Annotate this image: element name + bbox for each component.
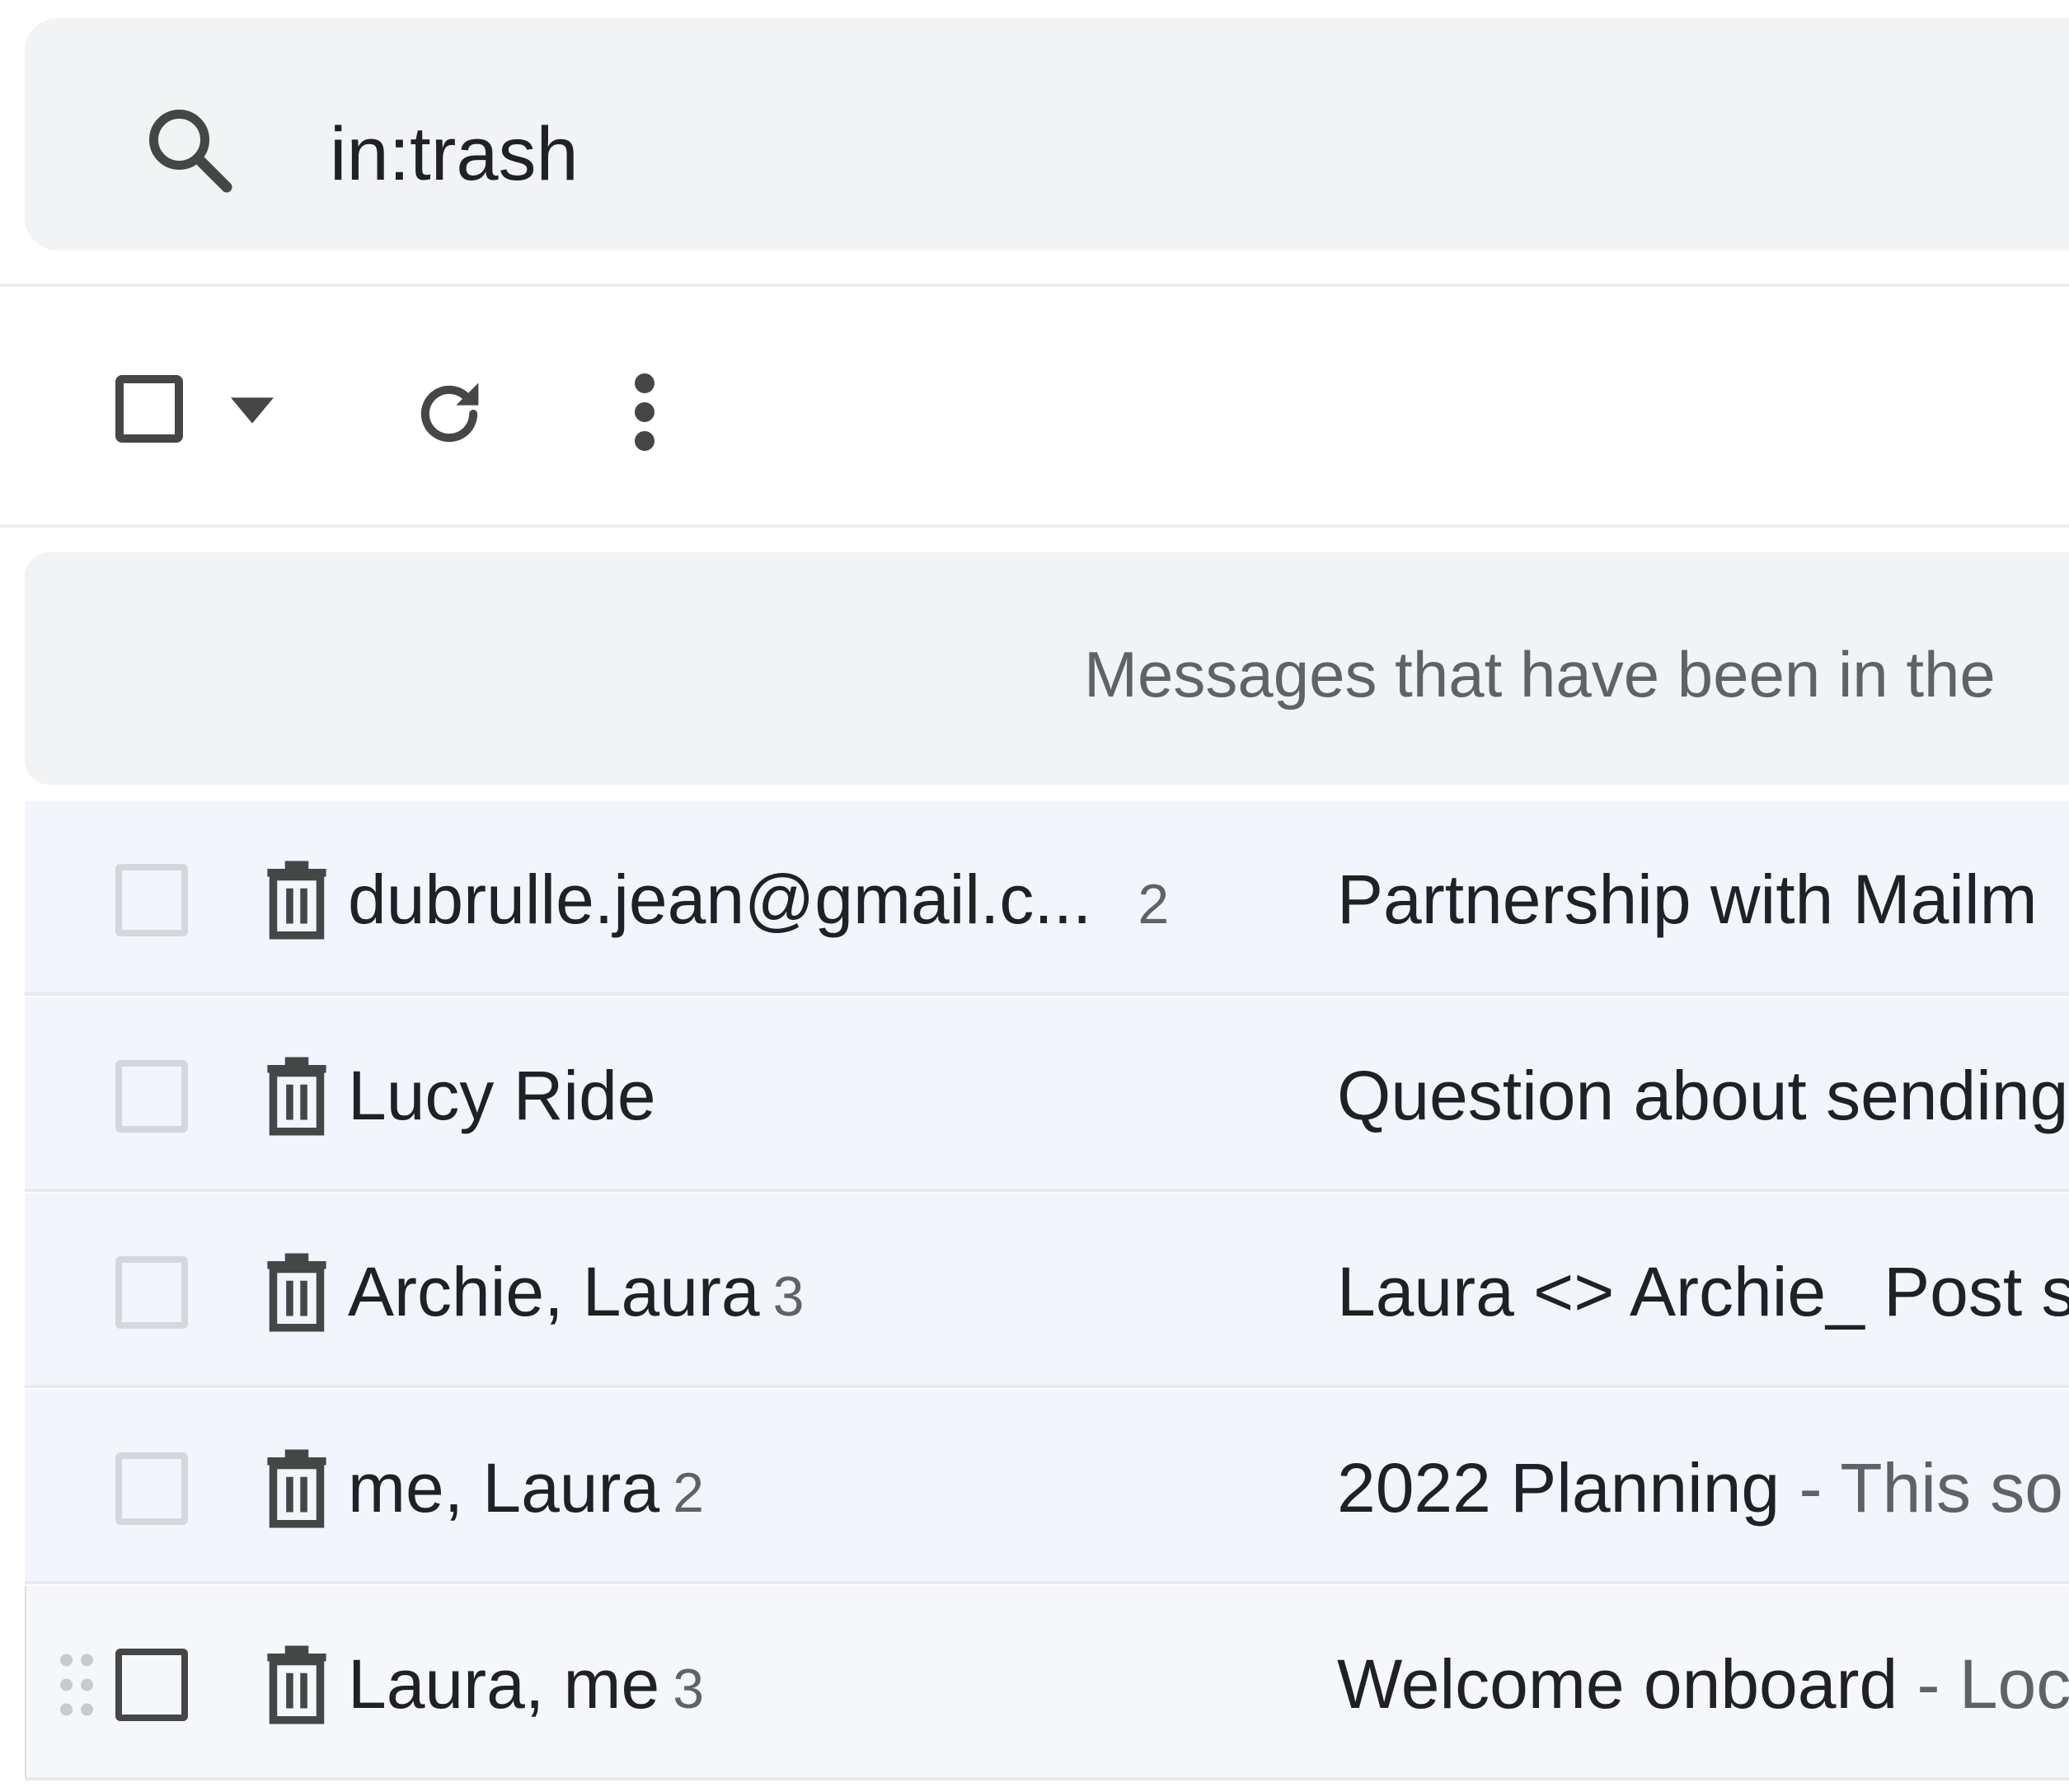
search-bar[interactable]: in:trash xyxy=(25,18,2069,251)
sender-name: Archie, Laura xyxy=(348,1253,760,1330)
divider xyxy=(0,524,2069,528)
subject-line: Welcome onboard - Loc xyxy=(1337,1639,2069,1729)
more-vertical-icon[interactable] xyxy=(620,371,669,453)
trash-icon xyxy=(267,1645,326,1724)
thread-count: 3 xyxy=(772,1265,805,1328)
subject: Question about sending xyxy=(1337,1057,2069,1134)
banner-text: Messages that have been in the xyxy=(1084,638,1996,711)
trash-icon xyxy=(267,861,326,940)
sender-name: me, Laura xyxy=(348,1449,660,1527)
sender-name: dubrulle.jean@gmail.c... xyxy=(348,861,1092,938)
subject: Laura <> Archie_ Post s xyxy=(1337,1253,2069,1330)
trash-info-banner: Messages that have been in the xyxy=(25,552,2069,785)
select-all-checkbox[interactable] xyxy=(115,375,183,443)
email-row[interactable]: dubrulle.jean@gmail.c... 2 Partnership wi… xyxy=(25,801,2069,996)
thread-count: 2 xyxy=(673,1461,705,1524)
sender: Lucy Ride xyxy=(348,1050,669,1146)
subject-line: Question about sending xyxy=(1337,1050,2068,1141)
row-checkbox[interactable] xyxy=(115,1649,188,1721)
email-row[interactable]: me, Laura 2 2022 Planning - This so xyxy=(25,1390,2069,1584)
email-row[interactable]: Archie, Laura 3 Laura <> Archie_ Post s xyxy=(25,1194,2069,1388)
subject: 2022 Planning xyxy=(1337,1449,1780,1527)
caret-down-icon[interactable] xyxy=(231,397,274,424)
sender-name: Laura, me xyxy=(348,1645,660,1723)
subject-line: Partnership with Mailm xyxy=(1337,854,2038,945)
snippet: - Loc xyxy=(1898,1645,2069,1723)
snippet: - This so xyxy=(1780,1449,2064,1527)
sender: Laura, me 3 xyxy=(348,1639,704,1734)
toolbar xyxy=(0,330,2069,495)
thread-count: 2 xyxy=(1138,873,1170,936)
drag-handle-icon[interactable] xyxy=(56,1652,97,1718)
email-row[interactable]: Laura, me 3 Welcome onboard - Loc xyxy=(25,1586,2069,1780)
divider xyxy=(0,284,2069,287)
sender: me, Laura 2 xyxy=(348,1443,704,1538)
sender: Archie, Laura 3 xyxy=(348,1246,804,1342)
email-row[interactable]: Lucy Ride Question about sending xyxy=(25,997,2069,1192)
row-checkbox[interactable] xyxy=(115,864,188,936)
trash-icon xyxy=(267,1057,326,1136)
refresh-icon[interactable] xyxy=(408,373,490,455)
search-icon[interactable] xyxy=(140,101,239,199)
subject-line: 2022 Planning - This so xyxy=(1337,1443,2063,1533)
trash-icon xyxy=(267,1253,326,1332)
row-checkbox[interactable] xyxy=(115,1452,188,1525)
trash-icon xyxy=(267,1449,326,1528)
subject-line: Laura <> Archie_ Post s xyxy=(1337,1246,2069,1337)
search-input[interactable]: in:trash xyxy=(330,109,579,199)
row-checkbox[interactable] xyxy=(115,1060,188,1133)
row-checkbox[interactable] xyxy=(115,1256,188,1329)
thread-count: 3 xyxy=(673,1658,705,1720)
subject: Welcome onboard xyxy=(1337,1645,1898,1723)
sender-name: Lucy Ride xyxy=(348,1057,656,1134)
subject: Partnership with Mailm xyxy=(1337,861,2038,938)
sender: dubrulle.jean@gmail.c... 2 xyxy=(348,854,1169,950)
